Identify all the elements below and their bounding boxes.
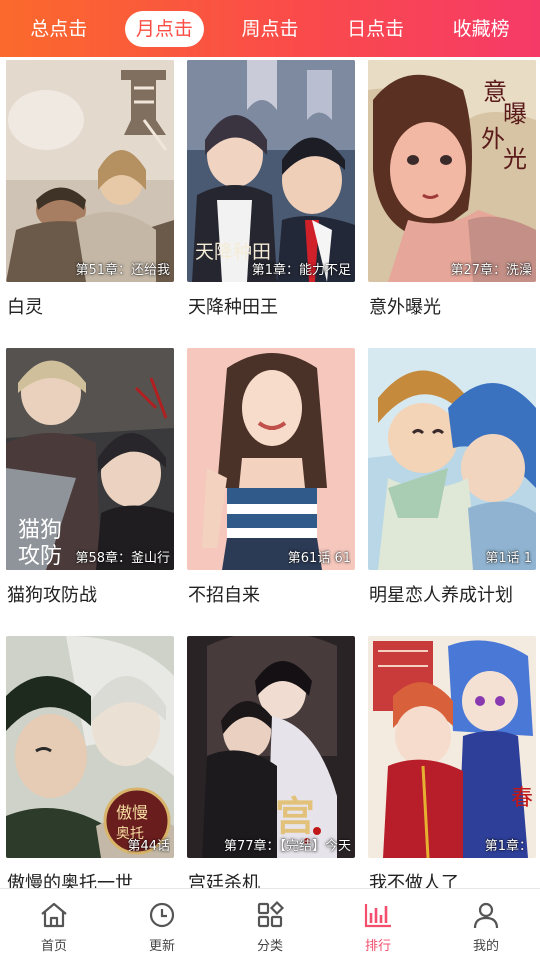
home-icon bbox=[41, 902, 67, 928]
chapter-label: 第61话 61 bbox=[287, 551, 351, 566]
clock-icon bbox=[149, 902, 175, 928]
comic-cover[interactable]: 第51章：还给我 bbox=[6, 60, 174, 282]
nav-label: 更新 bbox=[148, 939, 175, 954]
comic-title: 白灵 bbox=[7, 297, 43, 318]
comic-grid: 第51章：还给我 白灵 天降种田 第1章：能力不足 天降种田王 意 曝 外 光 … bbox=[0, 57, 540, 888]
nav-label: 分类 bbox=[256, 939, 283, 954]
comic-card[interactable]: 宫 第77章：【完结】今天 宫廷杀机 bbox=[187, 633, 355, 888]
comic-card[interactable]: 第61话 61 不招自来 bbox=[187, 345, 355, 625]
chapter-label: 第1章：能力不足 bbox=[251, 263, 351, 278]
comic-cover[interactable]: 宫 第77章：【完结】今天 bbox=[187, 636, 355, 858]
comic-cover[interactable]: 第1话 1 bbox=[368, 348, 536, 570]
comic-cover[interactable]: 天降种田 第1章：能力不足 bbox=[187, 60, 355, 282]
ranking-icon bbox=[364, 904, 391, 928]
tab-monthly-clicks[interactable]: 月点击 bbox=[124, 10, 204, 47]
svg-text:攻防: 攻防 bbox=[18, 544, 62, 569]
nav-profile[interactable]: 我的 bbox=[432, 889, 540, 960]
nav-label: 首页 bbox=[40, 939, 67, 954]
comic-cover[interactable]: 傲慢 奥托 第44话 bbox=[6, 636, 174, 858]
nav-updates[interactable]: 更新 bbox=[108, 889, 216, 960]
tab-weekly-clicks[interactable]: 周点击 bbox=[230, 11, 309, 47]
comic-title: 我不做人了 bbox=[369, 873, 459, 888]
chapter-label: 第51章：还给我 bbox=[75, 263, 170, 278]
comic-card[interactable]: 第1话 1 明星恋人养成计划 bbox=[368, 345, 536, 625]
user-icon bbox=[473, 902, 499, 929]
comic-title: 天降种田王 bbox=[188, 297, 278, 318]
comic-cover[interactable]: 意 曝 外 光 第27章：洗澡 bbox=[368, 60, 536, 282]
comic-title: 不招自来 bbox=[188, 585, 260, 606]
nav-categories[interactable]: 分类 bbox=[216, 889, 324, 960]
chapter-label: 第77章：【完结】今天 bbox=[223, 839, 351, 854]
comic-cover[interactable]: 猫狗 攻防 第58章：釜山行 bbox=[6, 348, 174, 570]
comic-card[interactable]: 春 第1章： 我不做人了 bbox=[368, 633, 536, 888]
tab-total-clicks[interactable]: 总点击 bbox=[19, 11, 98, 47]
comic-title: 明星恋人养成计划 bbox=[369, 585, 513, 606]
svg-text:曝: 曝 bbox=[503, 100, 527, 128]
tab-favorites-rank[interactable]: 收藏榜 bbox=[442, 11, 521, 47]
comic-card[interactable]: 意 曝 外 光 第27章：洗澡 意外曝光 bbox=[368, 57, 536, 337]
nav-ranking[interactable]: 排行 bbox=[324, 889, 432, 960]
svg-text:光: 光 bbox=[503, 145, 527, 173]
comic-title: 宫廷杀机 bbox=[188, 873, 260, 888]
bottom-navigation: 首页 更新 分类 排行 我的 bbox=[0, 888, 540, 960]
cover-title-art: 宫 bbox=[275, 793, 315, 840]
cover-title-art: 猫狗 bbox=[18, 518, 62, 543]
comic-card[interactable]: 天降种田 第1章：能力不足 天降种田王 bbox=[187, 57, 355, 337]
comic-title: 傲慢的奥托一世 bbox=[7, 873, 133, 888]
tab-daily-clicks[interactable]: 日点击 bbox=[336, 11, 415, 47]
nav-label: 排行 bbox=[364, 939, 391, 954]
category-icon bbox=[257, 900, 285, 928]
comic-cover[interactable]: 第61话 61 bbox=[187, 348, 355, 570]
cover-title-art: 春 bbox=[511, 786, 533, 811]
comic-card[interactable]: 第51章：还给我 白灵 bbox=[6, 57, 174, 337]
chapter-label: 第27章：洗澡 bbox=[450, 263, 532, 278]
nav-home[interactable]: 首页 bbox=[0, 889, 108, 960]
cover-title-art: 傲慢 bbox=[116, 803, 148, 822]
comic-cover[interactable]: 春 第1章： bbox=[368, 636, 536, 858]
comic-card[interactable]: 猫狗 攻防 第58章：釜山行 猫狗攻防战 bbox=[6, 345, 174, 625]
comic-title: 意外曝光 bbox=[369, 297, 441, 318]
chapter-label: 第1章： bbox=[484, 839, 532, 854]
chapter-label: 第44话 bbox=[127, 839, 170, 854]
nav-label: 我的 bbox=[472, 939, 499, 954]
svg-text:外: 外 bbox=[481, 125, 505, 153]
chapter-label: 第1话 1 bbox=[485, 551, 532, 566]
chapter-label: 第58章：釜山行 bbox=[75, 551, 170, 566]
ranking-tab-bar: 总点击 月点击 周点击 日点击 收藏榜 bbox=[0, 0, 540, 57]
comic-title: 猫狗攻防战 bbox=[7, 585, 97, 606]
comic-card[interactable]: 傲慢 奥托 第44话 傲慢的奥托一世 bbox=[6, 633, 174, 888]
